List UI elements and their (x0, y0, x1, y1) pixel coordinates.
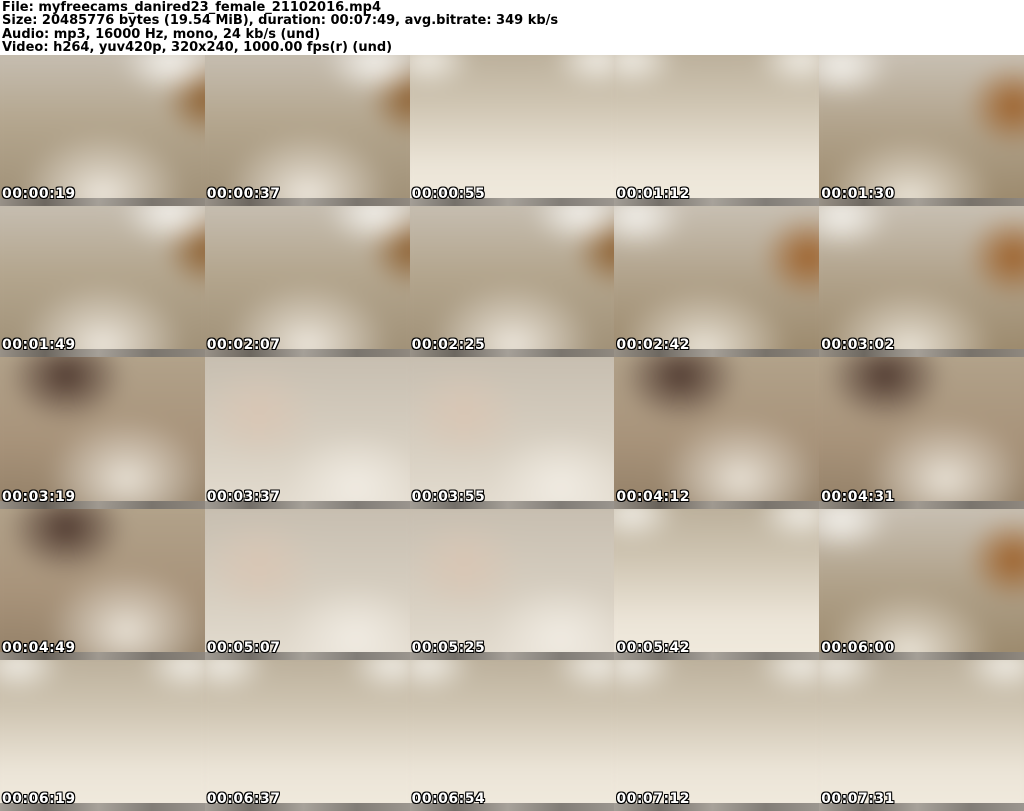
video-frame-placeholder (409, 508, 615, 660)
thumbnail: 00:02:42 (614, 206, 820, 358)
thumbnail: 00:06:00 (819, 508, 1024, 660)
thumbnail-grid: 00:00:19 00:00:37 00:00:55 00:01:12 00:0… (0, 55, 1024, 811)
thumbnail: 00:02:07 (204, 206, 410, 358)
timestamp-overlay: 00:05:07 (206, 639, 281, 656)
timestamp-overlay: 00:01:30 (821, 186, 895, 203)
thumbnail: 00:00:19 (0, 55, 205, 207)
timestamp-overlay: 00:06:19 (2, 790, 76, 807)
thumbnail: 00:01:12 (614, 55, 820, 207)
file-info-line-size: Size: 20485776 bytes (19.54 MiB), durati… (2, 13, 559, 29)
timestamp-overlay: 00:00:55 (411, 186, 486, 203)
timestamp-overlay: 00:04:12 (616, 488, 691, 505)
timestamp-overlay: 00:06:37 (206, 790, 281, 807)
timestamp-overlay: 00:01:49 (2, 337, 76, 354)
timestamp-overlay: 00:07:12 (616, 790, 691, 807)
thumbnail: 00:06:54 (409, 659, 615, 811)
thumbnail: 00:01:49 (0, 206, 205, 358)
thumbnail: 00:05:07 (204, 508, 410, 660)
video-frame-placeholder (614, 55, 820, 207)
timestamp-overlay: 00:02:07 (206, 337, 281, 354)
timestamp-overlay: 00:03:37 (206, 488, 281, 505)
thumbnail: 00:04:31 (819, 357, 1024, 509)
video-frame-placeholder (0, 659, 205, 811)
thumbnail: 00:06:19 (0, 659, 205, 811)
video-frame-placeholder (204, 206, 410, 358)
file-info-line-file: File: myfreecams_danired23_female_211020… (2, 0, 381, 15)
video-frame-placeholder (819, 55, 1024, 207)
video-frame-placeholder (204, 55, 410, 207)
thumbnail: 00:07:12 (614, 659, 820, 811)
thumbnail: 00:03:02 (819, 206, 1024, 358)
video-frame-placeholder (819, 659, 1024, 811)
video-frame-placeholder (0, 508, 205, 660)
timestamp-overlay: 00:05:42 (616, 639, 691, 656)
video-frame-placeholder (614, 206, 820, 358)
thumbnail: 00:00:37 (204, 55, 410, 207)
video-frame-placeholder (614, 659, 820, 811)
video-frame-placeholder (0, 357, 205, 509)
file-info-line-video: Video: h264, yuv420p, 320x240, 1000.00 f… (2, 40, 393, 56)
timestamp-overlay: 00:00:37 (206, 186, 281, 203)
video-frame-placeholder (614, 357, 820, 509)
thumbnail: 00:04:12 (614, 357, 820, 509)
video-frame-placeholder (0, 206, 205, 358)
video-frame-placeholder (819, 206, 1024, 358)
video-frame-placeholder (819, 508, 1024, 660)
video-frame-placeholder (204, 357, 410, 509)
video-frame-placeholder (0, 55, 205, 207)
thumbnail: 00:05:42 (614, 508, 820, 660)
thumbnail: 00:03:55 (409, 357, 615, 509)
video-frame-placeholder (204, 659, 410, 811)
timestamp-overlay: 00:06:54 (411, 790, 486, 807)
file-info-header: File: myfreecams_danired23_female_211020… (0, 0, 1024, 55)
video-frame-placeholder (819, 357, 1024, 509)
timestamp-overlay: 00:05:25 (411, 639, 486, 656)
thumbnail: 00:03:37 (204, 357, 410, 509)
video-frame-placeholder (409, 659, 615, 811)
timestamp-overlay: 00:03:02 (821, 337, 895, 354)
video-frame-placeholder (409, 206, 615, 358)
timestamp-overlay: 00:03:19 (2, 488, 76, 505)
thumbnail: 00:06:37 (204, 659, 410, 811)
thumbnail: 00:04:49 (0, 508, 205, 660)
thumbnail: 00:03:19 (0, 357, 205, 509)
timestamp-overlay: 00:01:12 (616, 186, 691, 203)
thumbnail: 00:01:30 (819, 55, 1024, 207)
timestamp-overlay: 00:02:25 (411, 337, 486, 354)
video-frame-placeholder (409, 55, 615, 207)
timestamp-overlay: 00:06:00 (821, 639, 895, 656)
timestamp-overlay: 00:04:31 (821, 488, 895, 505)
video-frame-placeholder (409, 357, 615, 509)
video-frame-placeholder (204, 508, 410, 660)
thumbnail: 00:05:25 (409, 508, 615, 660)
thumbnail: 00:07:31 (819, 659, 1024, 811)
timestamp-overlay: 00:04:49 (2, 639, 76, 656)
thumbnail: 00:00:55 (409, 55, 615, 207)
thumbnail: 00:02:25 (409, 206, 615, 358)
file-info-line-audio: Audio: mp3, 16000 Hz, mono, 24 kb/s (und… (2, 26, 321, 42)
timestamp-overlay: 00:00:19 (2, 186, 76, 203)
video-frame-placeholder (614, 508, 820, 660)
timestamp-overlay: 00:02:42 (616, 337, 691, 354)
timestamp-overlay: 00:03:55 (411, 488, 486, 505)
timestamp-overlay: 00:07:31 (821, 790, 895, 807)
